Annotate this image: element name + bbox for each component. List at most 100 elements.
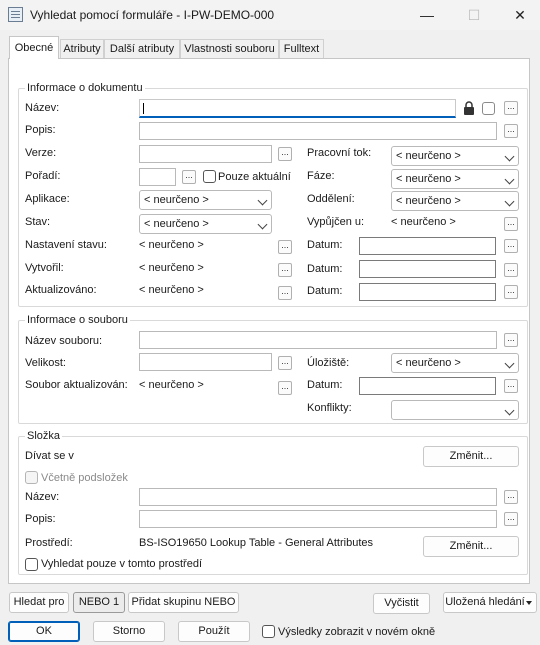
folder-name-browse-button[interactable]: ... xyxy=(504,490,518,504)
date-label-3: Datum: xyxy=(307,285,343,297)
new-window-label: Výsledky zobrazit v novém okně xyxy=(278,626,436,638)
add-or-group-button[interactable]: Přidat skupinu NEBO xyxy=(128,592,239,613)
date-label-1: Datum: xyxy=(307,239,343,251)
description-label: Popis: xyxy=(25,124,56,136)
conflicts-select[interactable] xyxy=(391,400,519,420)
storage-label: Úložiště: xyxy=(307,357,350,369)
include-subfolders-checkbox[interactable] xyxy=(25,471,38,484)
version-browse-button[interactable]: ... xyxy=(278,147,292,161)
checked-out-value: < neurčeno > xyxy=(391,216,456,228)
file-date-browse-button[interactable]: ... xyxy=(504,379,518,393)
app-icon xyxy=(8,7,23,22)
folder-description-browse-button[interactable]: ... xyxy=(504,512,518,526)
new-window-checkbox[interactable] xyxy=(262,625,275,638)
phase-select[interactable]: < neurčeno > xyxy=(391,169,519,189)
size-label: Velikost: xyxy=(25,357,66,369)
department-select-value: < neurčeno > xyxy=(396,195,461,207)
created-by-label: Vytvořil: xyxy=(25,262,64,274)
or-group-1-button[interactable]: NEBO 1 xyxy=(73,592,125,613)
change-environment-button[interactable]: Změnit... xyxy=(423,536,519,557)
file-info-legend: Informace o souboru xyxy=(25,314,130,326)
order-browse-button[interactable]: ... xyxy=(182,170,196,184)
workflow-label: Pracovní tok: xyxy=(307,147,372,159)
saved-searches-button[interactable]: Uložená hledání xyxy=(443,592,537,613)
folder-description-input[interactable] xyxy=(139,510,497,528)
environment-value: BS-ISO19650 Lookup Table - General Attri… xyxy=(139,537,373,549)
conflicts-label: Konflikty: xyxy=(307,402,352,414)
created-by-value: < neurčeno > xyxy=(139,262,204,274)
order-input[interactable] xyxy=(139,168,176,186)
file-date-label: Datum: xyxy=(307,379,343,391)
application-select-value: < neurčeno > xyxy=(144,194,209,206)
search-for-button[interactable]: Hledat pro xyxy=(9,592,69,613)
storage-select-value: < neurčeno > xyxy=(396,357,461,369)
window-title: Vyhledat pomocí formuláře - I-PW-DEMO-00… xyxy=(30,8,275,22)
file-name-browse-button[interactable]: ... xyxy=(504,333,518,347)
state-setting-value: < neurčeno > xyxy=(139,239,204,251)
workflow-select-value: < neurčeno > xyxy=(396,150,461,162)
department-select[interactable]: < neurčeno > xyxy=(391,191,519,211)
cancel-button[interactable]: Storno xyxy=(93,621,165,642)
folder-legend: Složka xyxy=(25,430,63,442)
change-folder-button[interactable]: Změnit... xyxy=(423,446,519,467)
updated-date-input[interactable] xyxy=(359,283,496,301)
state-setting-label: Nastavení stavu: xyxy=(25,239,107,251)
state-date-browse-button[interactable]: ... xyxy=(504,239,518,253)
size-input[interactable] xyxy=(139,353,272,371)
created-date-browse-button[interactable]: ... xyxy=(504,263,518,277)
look-in-label: Dívat se v xyxy=(25,450,74,462)
description-input[interactable] xyxy=(139,122,497,140)
file-updated-label: Soubor aktualizován: xyxy=(25,379,128,391)
description-browse-button[interactable]: ... xyxy=(504,124,518,138)
department-label: Oddělení: xyxy=(307,193,355,205)
minimize-button[interactable]: — xyxy=(404,0,450,30)
search-in-environment-checkbox[interactable] xyxy=(25,558,38,571)
maximize-button: ☐ xyxy=(467,7,481,23)
state-setting-browse-button[interactable]: ... xyxy=(278,240,292,254)
date-label-2: Datum: xyxy=(307,263,343,275)
file-updated-value: < neurčeno > xyxy=(139,379,204,391)
name-exact-checkbox[interactable] xyxy=(482,102,495,115)
application-label: Aplikace: xyxy=(25,193,70,205)
created-date-input[interactable] xyxy=(359,260,496,278)
include-subfolders-label: Včetně podsložek xyxy=(41,472,128,484)
file-updated-browse-button[interactable]: ... xyxy=(278,381,292,395)
state-select[interactable]: < neurčeno > xyxy=(139,214,272,234)
close-button[interactable]: ✕ xyxy=(497,0,540,30)
workflow-select[interactable]: < neurčeno > xyxy=(391,146,519,166)
tab-general[interactable]: Obecné xyxy=(9,36,59,59)
tab-fulltext[interactable]: Fulltext xyxy=(279,39,324,58)
updated-by-browse-button[interactable]: ... xyxy=(278,286,292,300)
ok-button[interactable]: OK xyxy=(8,621,80,642)
name-input[interactable] xyxy=(139,99,456,118)
clear-button[interactable]: Vyčistit xyxy=(373,593,430,614)
application-select[interactable]: < neurčeno > xyxy=(139,190,272,210)
storage-select[interactable]: < neurčeno > xyxy=(391,353,519,373)
state-select-value: < neurčeno > xyxy=(144,218,209,230)
current-only-checkbox[interactable] xyxy=(203,170,216,183)
tab-more-attributes[interactable]: Další atributy xyxy=(104,39,180,58)
created-by-browse-button[interactable]: ... xyxy=(278,263,292,277)
order-label: Pořadí: xyxy=(25,170,61,182)
apply-button[interactable]: Použít xyxy=(178,621,250,642)
name-label: Název: xyxy=(25,102,60,114)
tab-attributes[interactable]: Atributy xyxy=(60,39,104,58)
folder-description-label: Popis: xyxy=(25,513,56,525)
checked-out-browse-button[interactable]: ... xyxy=(504,217,518,231)
text-caret xyxy=(143,103,144,114)
name-browse-button[interactable]: ... xyxy=(504,101,518,115)
dropdown-arrow-icon xyxy=(526,601,532,605)
current-only-label: Pouze aktuální xyxy=(218,171,291,183)
lock-icon[interactable] xyxy=(463,101,475,115)
checked-out-label: Vypůjčen u: xyxy=(307,216,365,228)
tab-file-properties[interactable]: Vlastnosti souboru xyxy=(180,39,279,58)
folder-name-input[interactable] xyxy=(139,488,497,506)
updated-by-value: < neurčeno > xyxy=(139,284,204,296)
phase-select-value: < neurčeno > xyxy=(396,173,461,185)
file-name-input[interactable] xyxy=(139,331,497,349)
updated-date-browse-button[interactable]: ... xyxy=(504,285,518,299)
state-date-input[interactable] xyxy=(359,237,496,255)
file-date-input[interactable] xyxy=(359,377,496,395)
version-input[interactable] xyxy=(139,145,272,163)
size-browse-button[interactable]: ... xyxy=(278,356,292,370)
